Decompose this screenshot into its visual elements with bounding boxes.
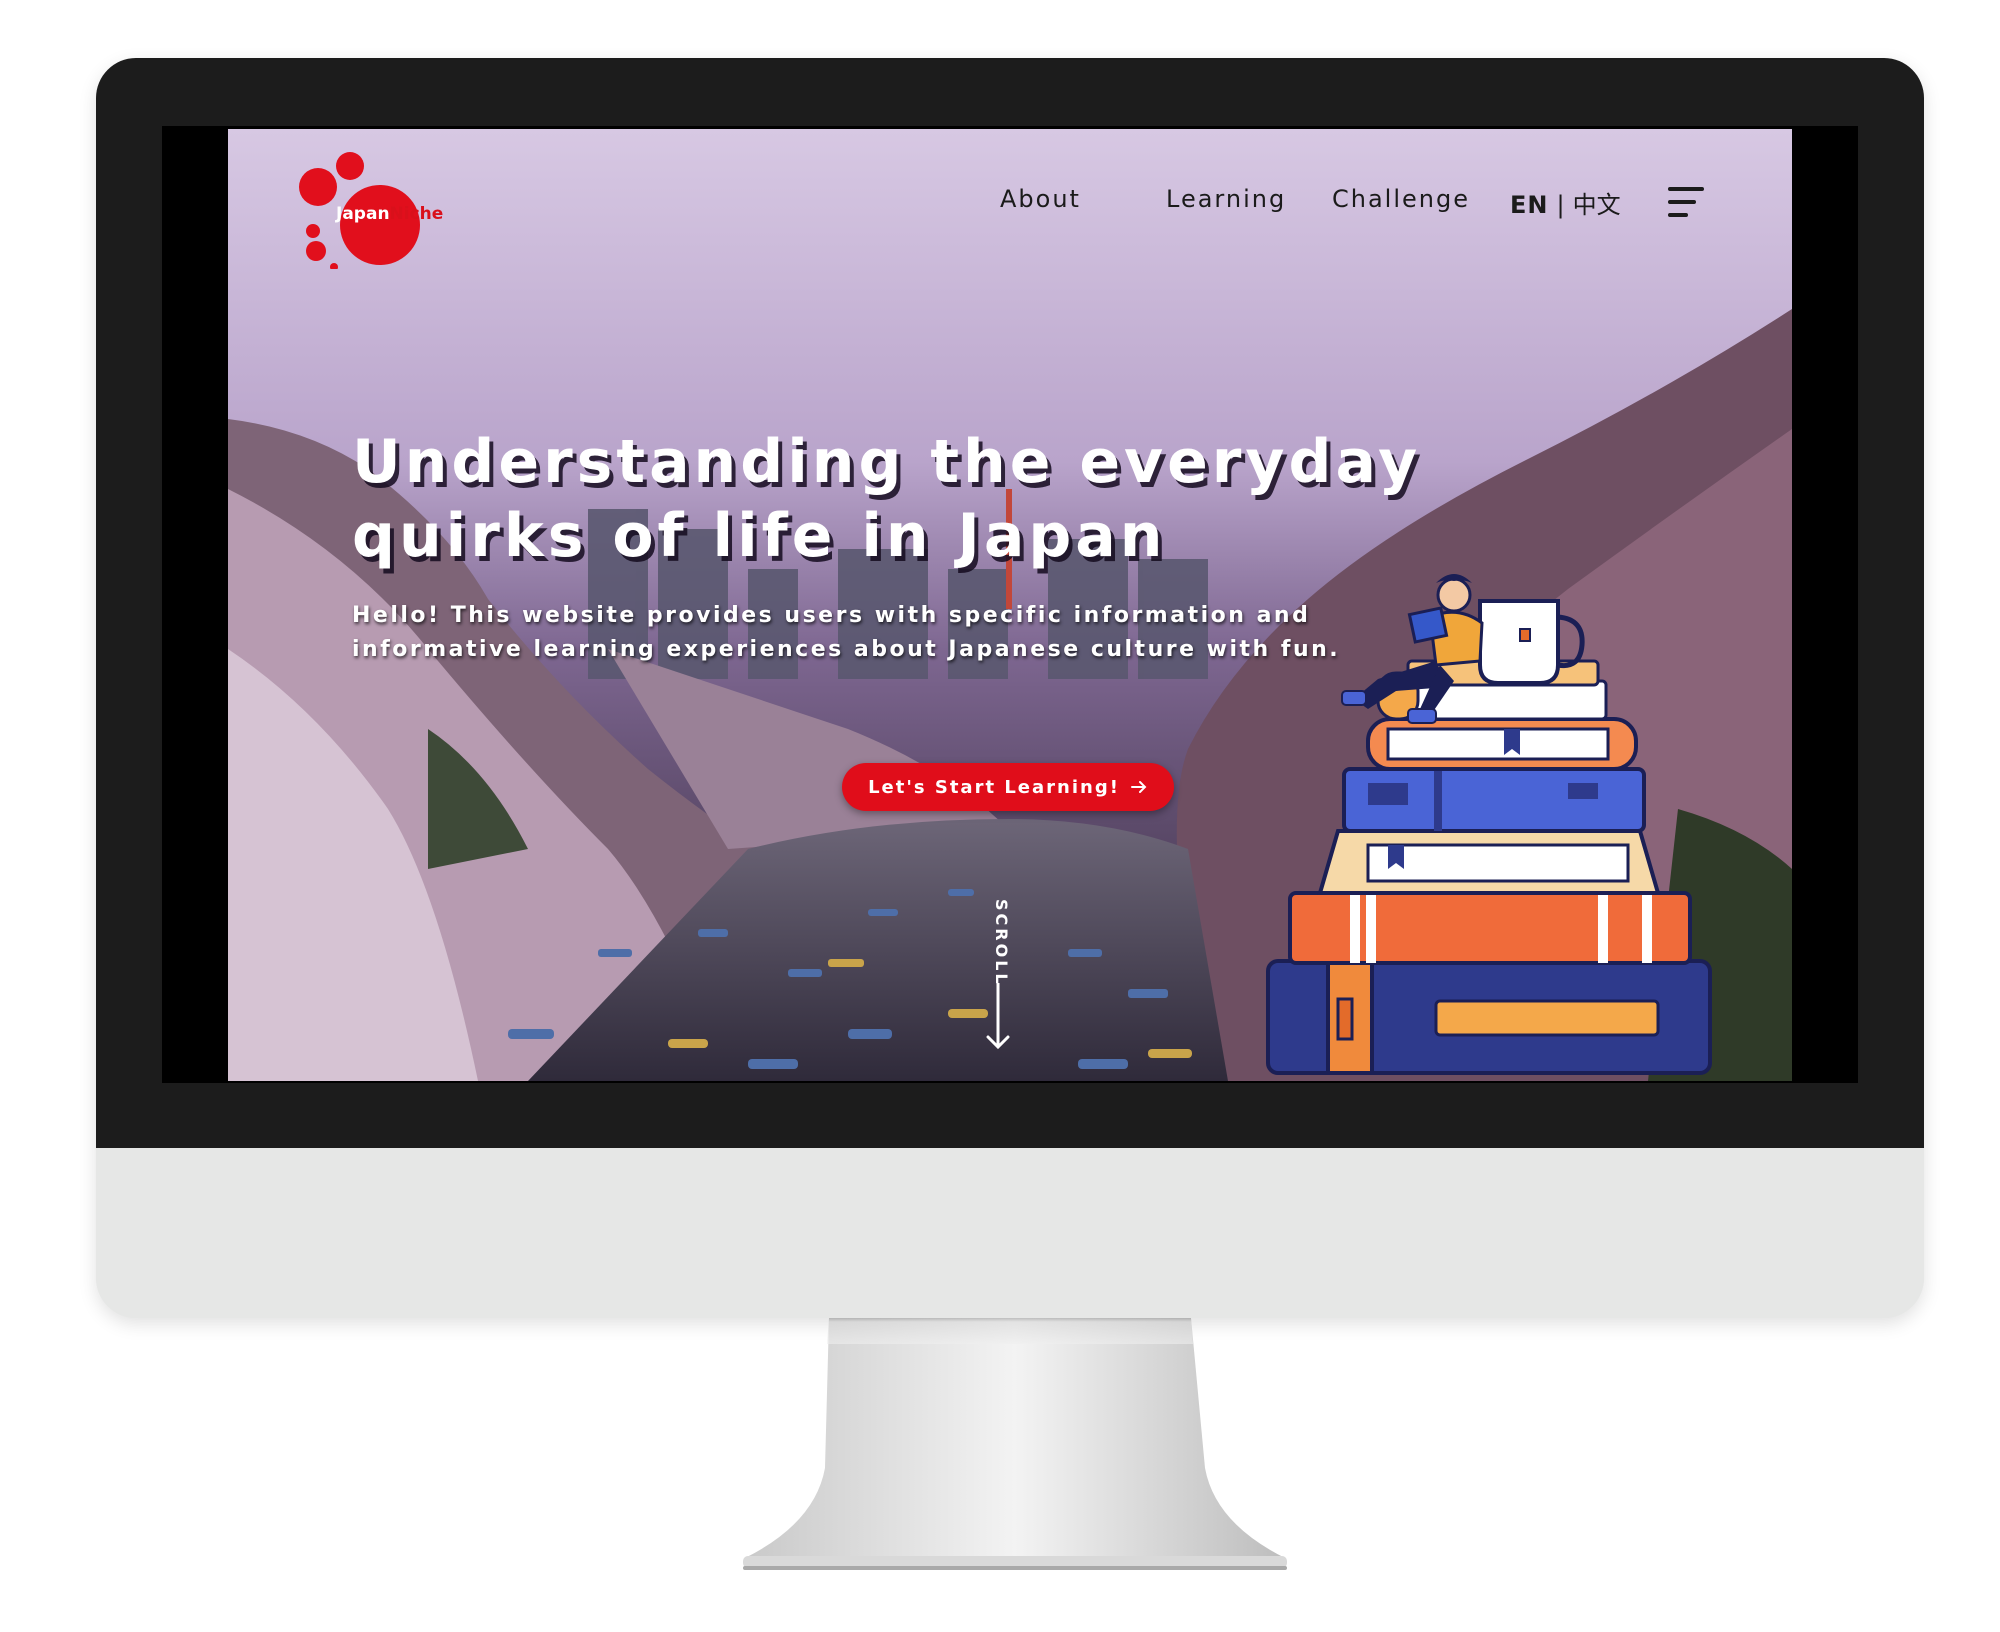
start-learning-button[interactable]: Let's Start Learning! bbox=[842, 763, 1174, 811]
monitor-stand bbox=[743, 1318, 1287, 1570]
scroll-label: SCROLL bbox=[992, 899, 1011, 987]
language-separator: | bbox=[1556, 191, 1565, 219]
hero-headline-line2: quirks of life in Japan bbox=[352, 501, 1167, 571]
arrow-right-icon bbox=[1130, 781, 1147, 793]
start-learning-label: Let's Start Learning! bbox=[868, 776, 1120, 798]
nav-item-about[interactable]: About bbox=[1000, 185, 1081, 213]
monitor-chin bbox=[96, 1148, 1924, 1318]
nav-item-learning[interactable]: Learning bbox=[1166, 185, 1286, 213]
person-reading-on-book-stack-illustration bbox=[1266, 574, 1712, 1075]
nav-item-challenge[interactable]: Challenge bbox=[1332, 185, 1470, 213]
hero-headline-line1: Understanding the everyday bbox=[352, 427, 1422, 497]
arrow-down-icon bbox=[986, 983, 1010, 1050]
language-en[interactable]: EN bbox=[1510, 191, 1548, 219]
language-zh[interactable]: 中文 bbox=[1573, 191, 1621, 219]
hero-headline: Understanding the everyday quirks of lif… bbox=[352, 425, 1552, 573]
hamburger-menu-icon[interactable] bbox=[1668, 185, 1708, 219]
language-switcher: EN | 中文 bbox=[1510, 185, 1621, 220]
website-page: JapanNiche About Learning Challenge EN | 中… bbox=[228, 129, 1792, 1081]
scroll-indicator[interactable]: SCROLL bbox=[980, 899, 1020, 1059]
